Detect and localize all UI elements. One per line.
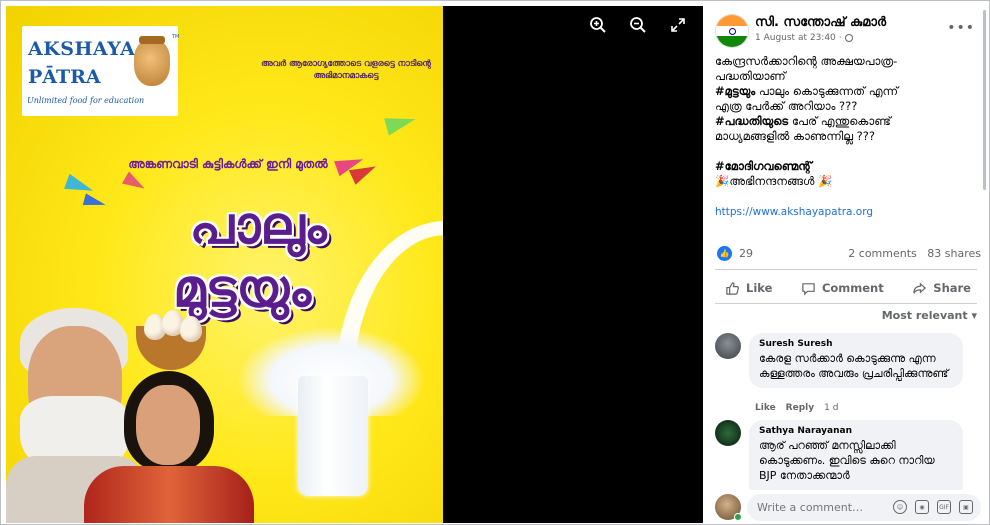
akshaya-patra-logo: AKSHAYA PĀTRA Unlimited food for educati… (22, 26, 180, 116)
reactions-bar: 👍 29 2 comments 83 shares (715, 246, 981, 264)
like-button[interactable]: Like (715, 275, 782, 301)
reaction-count[interactable]: 29 (739, 247, 753, 260)
comment-button[interactable]: Comment (791, 275, 894, 301)
poster-subtitle: അങ്കണവാടി കുട്ടികൾക്ക് ഇനി മുതൽ (128, 157, 328, 171)
sticker-icon[interactable]: ▣ (959, 500, 973, 514)
comment-bubble: Sathya Narayanan ആര് പറഞ്ഞ് മനസ്സിലാക്കി… (749, 420, 963, 500)
post-line: എത്ര പേർക്ക് അറിയാം ??? (715, 99, 858, 113)
post-actions: Like Comment Share (715, 275, 981, 301)
post-line: #മോദിഗവണ്മെന്റ് (715, 159, 977, 174)
hashtag-link[interactable]: #പദ്ധതിയുടെ (715, 114, 788, 128)
comment-composer: ☺ ◉ GIF ▣ (703, 490, 987, 523)
post-link[interactable]: https://www.akshayapatra.org (715, 206, 873, 218)
window-frame: AKSHAYA PĀTRA Unlimited food for educati… (0, 0, 990, 525)
kite-icon (384, 110, 418, 136)
gif-icon[interactable]: GIF (937, 500, 951, 514)
globe-icon (844, 34, 853, 42)
pot-icon (134, 36, 170, 86)
meta-separator: · (838, 33, 842, 43)
poster-headline-1: പാലും (189, 196, 327, 256)
logo-tagline: Unlimited food for education (27, 96, 145, 105)
post-meta: 1 August at 23:40 · (755, 33, 853, 43)
logo-trademark: TM (172, 34, 180, 40)
share-icon (913, 281, 927, 294)
commenter-name[interactable]: Suresh Suresh (759, 339, 953, 349)
author-name[interactable]: സി. സന്തോഷ് കുമാർ (755, 15, 886, 30)
zoom-in-icon[interactable] (587, 14, 609, 36)
commenter-avatar[interactable] (715, 420, 741, 446)
comment-label: Comment (821, 281, 884, 295)
panel-scrollbar[interactable] (983, 10, 986, 190)
comment-sort-dropdown[interactable]: Most relevant ▾ (882, 309, 977, 322)
like-reaction-icon[interactable]: 👍 (717, 246, 732, 261)
comment-time[interactable]: 1 d (824, 403, 838, 413)
woman-body (84, 466, 254, 523)
fullscreen-icon[interactable] (667, 14, 689, 36)
post-line: കേന്ദ്രസർക്കാറിന്റെ അക്ഷയപാത്ര- (715, 54, 898, 68)
zoom-out-icon[interactable] (627, 14, 649, 36)
comment-text: കേരള സർക്കാർ കൊടുക്കുന്നു എന്ന കള്ളത്തരം… (759, 352, 949, 380)
commenter-avatar[interactable] (715, 333, 741, 359)
viewer-toolbar (587, 14, 689, 36)
logo-line1: AKSHAYA (28, 38, 136, 60)
comment-actions: Like Reply 1 d (755, 403, 838, 413)
post-line: #മുട്ടയും പാലും കൊടുക്കുന്നത് എന്ന് (715, 84, 899, 98)
author-avatar[interactable] (715, 14, 749, 48)
comment-count[interactable]: 2 comments (848, 247, 917, 260)
camera-icon[interactable]: ◉ (915, 500, 929, 514)
post-text: കേന്ദ്രസർക്കാറിന്റെ അക്ഷയപാത്ര- പദ്ധതിയാ… (715, 54, 977, 220)
kite-icon (121, 171, 149, 195)
online-status-dot (734, 513, 742, 521)
share-button[interactable]: Share (902, 275, 981, 301)
poster-tagline: അവർ ആരോഗ്യത്തോടെ വളരട്ടെ നാടിന്റെ അഭിമാന… (261, 59, 431, 81)
divider (715, 303, 977, 304)
post-line: പദ്ധതിയാണ് (715, 69, 786, 83)
post-panel: സി. സന്തോഷ് കുമാർ 1 August at 23:40 · ••… (703, 6, 987, 523)
like-label: Like (746, 281, 773, 295)
milk-glass (298, 376, 368, 496)
more-options-icon[interactable]: ••• (947, 20, 975, 36)
hashtag-link[interactable]: #മോദിഗവണ്മെന്റ് (715, 159, 812, 173)
composer-icons: ☺ ◉ GIF ▣ (893, 500, 973, 514)
commenter-name[interactable]: Sathya Narayanan (759, 426, 953, 436)
comment-reply-link[interactable]: Reply (786, 403, 814, 413)
divider (715, 269, 977, 270)
emoji-icon[interactable]: ☺ (893, 500, 907, 514)
poster-image: AKSHAYA PĀTRA Unlimited food for educati… (6, 6, 443, 523)
post-line: #പദ്ധതിയുടെ പേര് എന്തുകൊണ്ട് (715, 114, 891, 128)
share-label: Share (933, 281, 971, 295)
comment-like-link[interactable]: Like (755, 403, 776, 413)
kite-icon (82, 193, 108, 211)
hashtag-link[interactable]: #മുട്ടയും (715, 84, 755, 98)
thumbs-up-icon (726, 281, 739, 295)
egg-basket (136, 310, 206, 370)
comment-icon (802, 282, 815, 296)
post-line: 🎉അഭിനന്ദനങ്ങൾ 🎉 (715, 174, 833, 188)
share-count[interactable]: 83 shares (927, 247, 981, 260)
post-time[interactable]: 1 August at 23:40 (755, 33, 836, 43)
logo-line2: PĀTRA (28, 66, 101, 88)
egg (180, 316, 202, 342)
woman-face (136, 385, 200, 465)
comment-share-counts: 2 comments 83 shares (848, 247, 981, 260)
post-line: മാധ്യമങ്ങളിൽ കാണുന്നില്ല ??? (715, 129, 875, 143)
comment-text: ആര് പറഞ്ഞ് മനസ്സിലാക്കി കൊടുക്കണം. ഇവിടെ… (759, 439, 935, 482)
image-viewer[interactable]: AKSHAYA PĀTRA Unlimited food for educati… (6, 6, 703, 523)
portrait-woman (84, 371, 254, 523)
comment-bubble: Suresh Suresh കേരള സർക്കാർ കൊടുക്കുന്നു … (749, 333, 963, 388)
